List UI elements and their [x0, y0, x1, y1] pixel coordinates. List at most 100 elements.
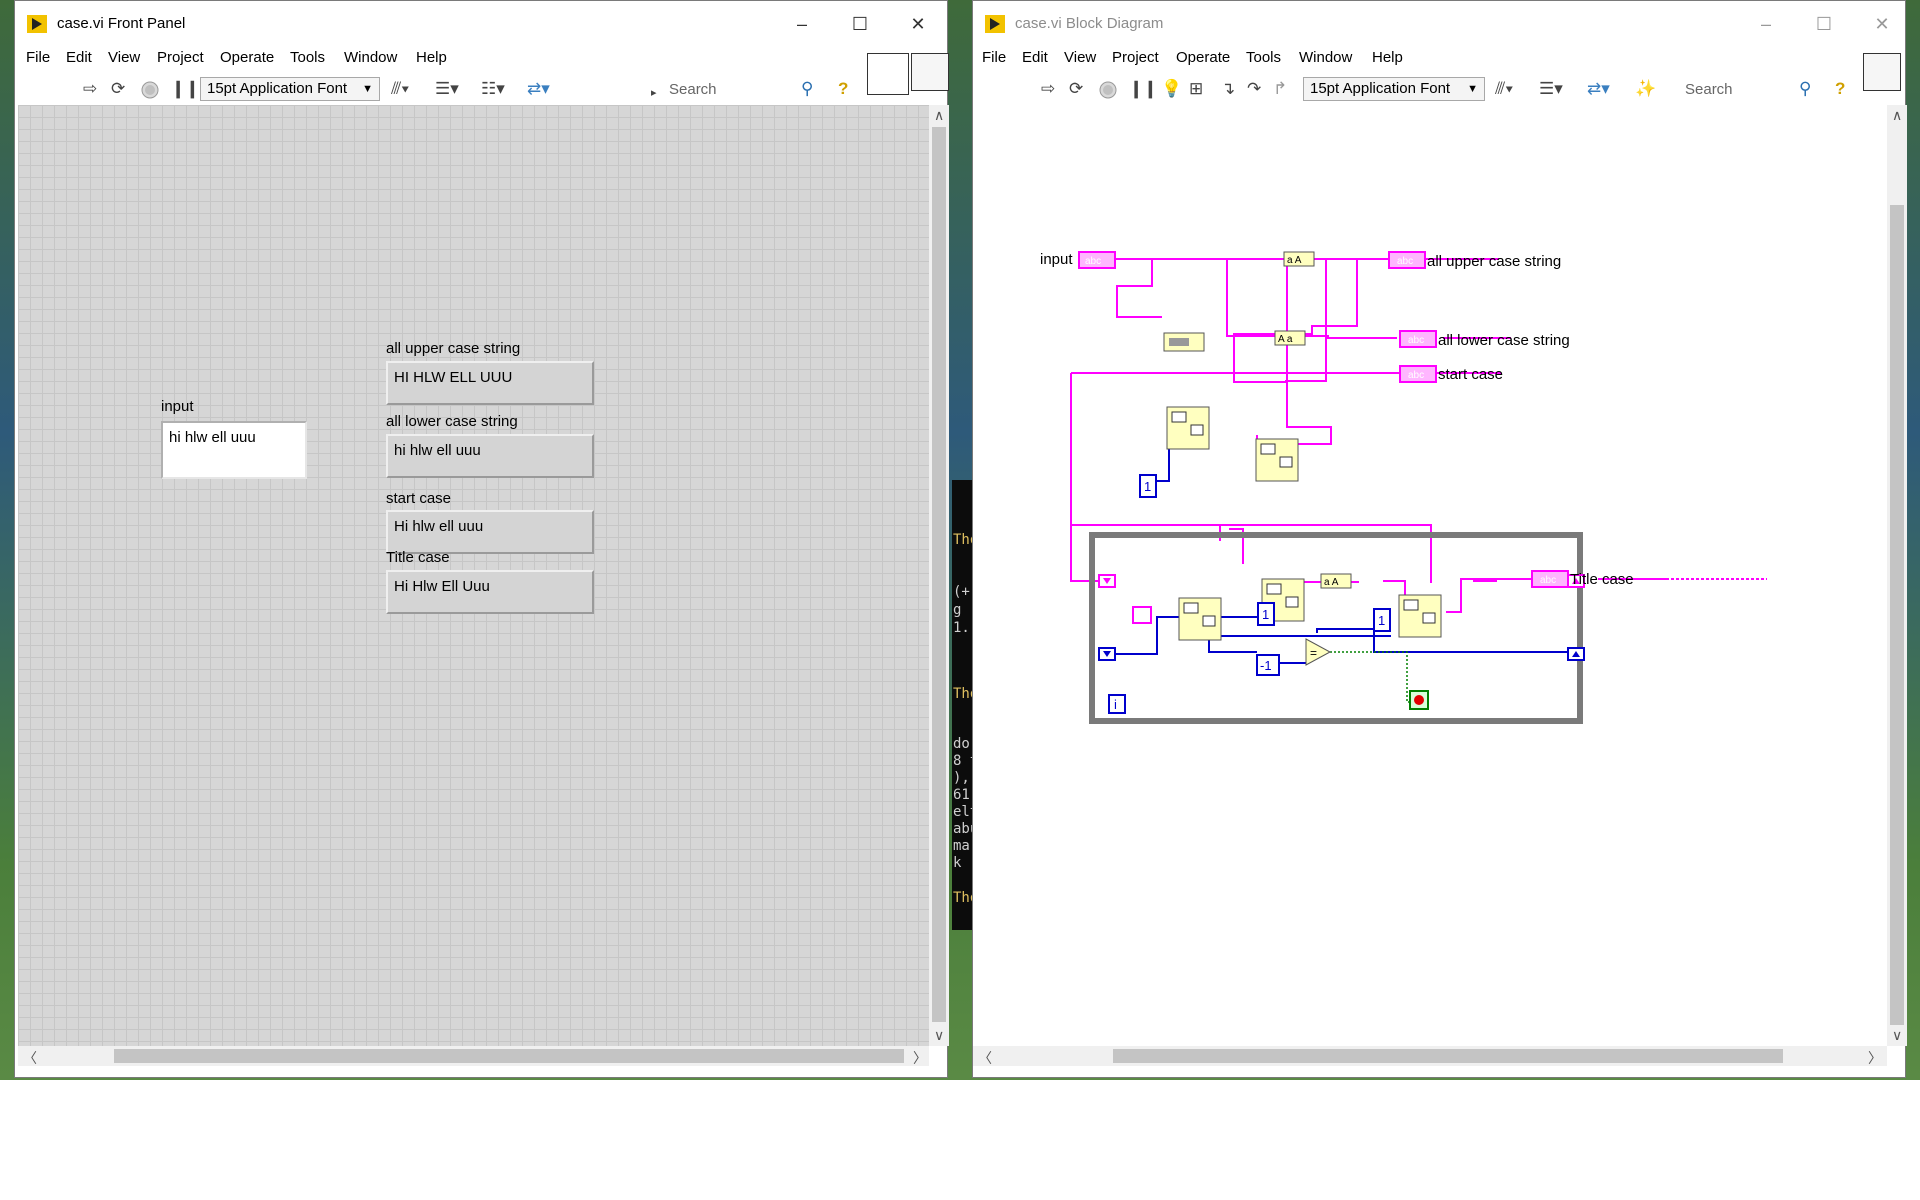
minimize-button[interactable]: –: [779, 9, 825, 39]
menu-help[interactable]: Help: [416, 49, 447, 66]
menu-view[interactable]: View: [1064, 49, 1096, 66]
string-subset-node-a[interactable]: [1166, 406, 1210, 450]
search-expand-icon[interactable]: ▸: [651, 83, 657, 103]
numeric-constant-neg-one[interactable]: -1: [1256, 654, 1280, 676]
menu-window[interactable]: Window: [344, 49, 397, 66]
maximize-button[interactable]: ☐: [837, 9, 883, 39]
scroll-left-icon[interactable]: 〈: [23, 1048, 37, 1068]
title-case-indicator: Hi Hlw Ell Uuu: [386, 570, 594, 614]
step-into-icon[interactable]: ↴: [1221, 79, 1235, 99]
abort-icon[interactable]: [141, 81, 159, 99]
pause-icon[interactable]: ❙❙: [1129, 79, 1158, 99]
vertical-scroll-thumb[interactable]: [1890, 205, 1904, 1025]
numeric-constant-one[interactable]: 1: [1139, 474, 1157, 498]
menu-help[interactable]: Help: [1372, 49, 1403, 66]
stop-icon: [1414, 695, 1424, 705]
menu-view[interactable]: View: [108, 49, 140, 66]
help-icon[interactable]: ?: [1835, 79, 1845, 99]
reorder-icon[interactable]: ⇄▾: [527, 79, 550, 99]
align-objects-icon[interactable]: ⫻▾: [391, 79, 409, 99]
scroll-up-icon[interactable]: ∧: [1892, 107, 1902, 124]
close-button[interactable]: ✕: [895, 9, 941, 39]
block-diagram-window: case.vi Block Diagram – ☐ ✕ File Edit Vi…: [972, 0, 1907, 1078]
distribute-objects-icon[interactable]: ☰▾: [435, 79, 459, 99]
scroll-down-icon[interactable]: ∨: [934, 1027, 944, 1044]
scroll-up-icon[interactable]: ∧: [934, 107, 944, 124]
input-string-control[interactable]: hi hlw ell uuu: [161, 421, 307, 479]
align-objects-icon[interactable]: ⫻▾: [1495, 79, 1513, 99]
iteration-terminal[interactable]: i: [1108, 694, 1126, 714]
menu-edit[interactable]: Edit: [1022, 49, 1048, 66]
scroll-down-icon[interactable]: ∨: [1892, 1027, 1902, 1044]
search-input[interactable]: Search: [1685, 79, 1795, 101]
scroll-right-icon[interactable]: 〉: [1868, 1048, 1882, 1068]
run-arrow-icon[interactable]: ⇨: [1041, 79, 1055, 99]
console-line: 1.: [953, 620, 970, 636]
close-button[interactable]: ✕: [1859, 9, 1905, 39]
abort-icon[interactable]: [1099, 81, 1117, 99]
replace-substring-node[interactable]: [1398, 594, 1442, 638]
front-panel-horizontal-scrollbar[interactable]: 〈 〉: [18, 1046, 929, 1066]
reorder-icon[interactable]: ⇄▾: [1587, 79, 1610, 99]
horizontal-scroll-thumb[interactable]: [1113, 1049, 1783, 1063]
menu-tools[interactable]: Tools: [1246, 49, 1281, 66]
clean-up-diagram-icon[interactable]: ✨: [1635, 79, 1656, 99]
step-out-icon[interactable]: ↱: [1273, 79, 1287, 99]
numeric-constant-one-loop-a[interactable]: 1: [1257, 602, 1275, 626]
menu-edit[interactable]: Edit: [66, 49, 92, 66]
front-panel-vertical-scrollbar[interactable]: ∧ ∨: [929, 105, 949, 1046]
run-continuously-icon[interactable]: ⟳: [1069, 79, 1083, 99]
lower-case-terminal[interactable]: abc: [1399, 330, 1437, 348]
block-diagram-horizontal-scrollbar[interactable]: 〈 〉: [973, 1046, 1887, 1066]
search-icon[interactable]: ⚲: [801, 79, 813, 99]
pause-icon[interactable]: ❙❙: [171, 79, 200, 99]
scroll-right-icon[interactable]: 〉: [913, 1048, 927, 1068]
menu-file[interactable]: File: [26, 49, 50, 66]
equal-compare-node[interactable]: =: [1305, 638, 1332, 666]
input-terminal[interactable]: abc: [1078, 251, 1116, 269]
menu-tools[interactable]: Tools: [290, 49, 325, 66]
connector-pane-icon[interactable]: [867, 53, 909, 95]
resize-objects-icon[interactable]: ☷▾: [481, 79, 505, 99]
labview-app-icon: [985, 15, 1005, 33]
vi-icon[interactable]: [911, 53, 949, 91]
title-case-terminal[interactable]: abc: [1531, 570, 1569, 588]
search-icon[interactable]: ⚲: [1799, 79, 1811, 99]
menu-operate[interactable]: Operate: [1176, 49, 1230, 66]
menu-project[interactable]: Project: [157, 49, 204, 66]
block-diagram-vertical-scrollbar[interactable]: ∧ ∨: [1887, 105, 1907, 1046]
to-upper-case-node-loop[interactable]: a A: [1320, 573, 1352, 589]
step-over-icon[interactable]: ↷: [1247, 79, 1261, 99]
menu-window[interactable]: Window: [1299, 49, 1352, 66]
minimize-button[interactable]: –: [1743, 9, 1789, 39]
stop-condition-terminal[interactable]: [1409, 690, 1429, 710]
block-diagram-titlebar[interactable]: case.vi Block Diagram – ☐ ✕: [973, 1, 1905, 47]
upper-case-terminal[interactable]: abc: [1388, 251, 1426, 269]
horizontal-scroll-thumb[interactable]: [114, 1049, 904, 1063]
numeric-constant-one-loop-b[interactable]: 1: [1373, 608, 1391, 632]
maximize-button[interactable]: ☐: [1801, 9, 1847, 39]
front-panel-titlebar[interactable]: case.vi Front Panel – ☐ ✕: [15, 1, 947, 47]
menu-project[interactable]: Project: [1112, 49, 1159, 66]
to-upper-case-node[interactable]: a A: [1283, 251, 1315, 267]
help-icon[interactable]: ?: [838, 79, 848, 99]
to-lower-case-node[interactable]: A a: [1274, 330, 1306, 346]
font-select[interactable]: 15pt Application Font ▼: [1303, 77, 1485, 101]
start-case-terminal[interactable]: abc: [1399, 365, 1437, 383]
vertical-scroll-thumb[interactable]: [932, 127, 946, 1022]
run-arrow-icon[interactable]: ⇨: [83, 79, 97, 99]
string-length-node[interactable]: [1163, 332, 1205, 352]
search-input[interactable]: Search: [669, 79, 789, 101]
menu-operate[interactable]: Operate: [220, 49, 274, 66]
distribute-objects-icon[interactable]: ☰▾: [1539, 79, 1563, 99]
search-split-string-node[interactable]: [1178, 597, 1222, 641]
string-subset-node-b[interactable]: [1255, 438, 1299, 482]
scroll-left-icon[interactable]: 〈: [978, 1048, 992, 1068]
font-select[interactable]: 15pt Application Font ▼: [200, 77, 380, 101]
run-continuously-icon[interactable]: ⟳: [111, 79, 125, 99]
retain-wire-values-icon[interactable]: ⊞: [1189, 79, 1203, 99]
menu-file[interactable]: File: [982, 49, 1006, 66]
highlight-execution-icon[interactable]: 💡: [1161, 79, 1182, 99]
vi-icon[interactable]: [1863, 53, 1901, 91]
space-string-constant[interactable]: [1132, 606, 1152, 624]
